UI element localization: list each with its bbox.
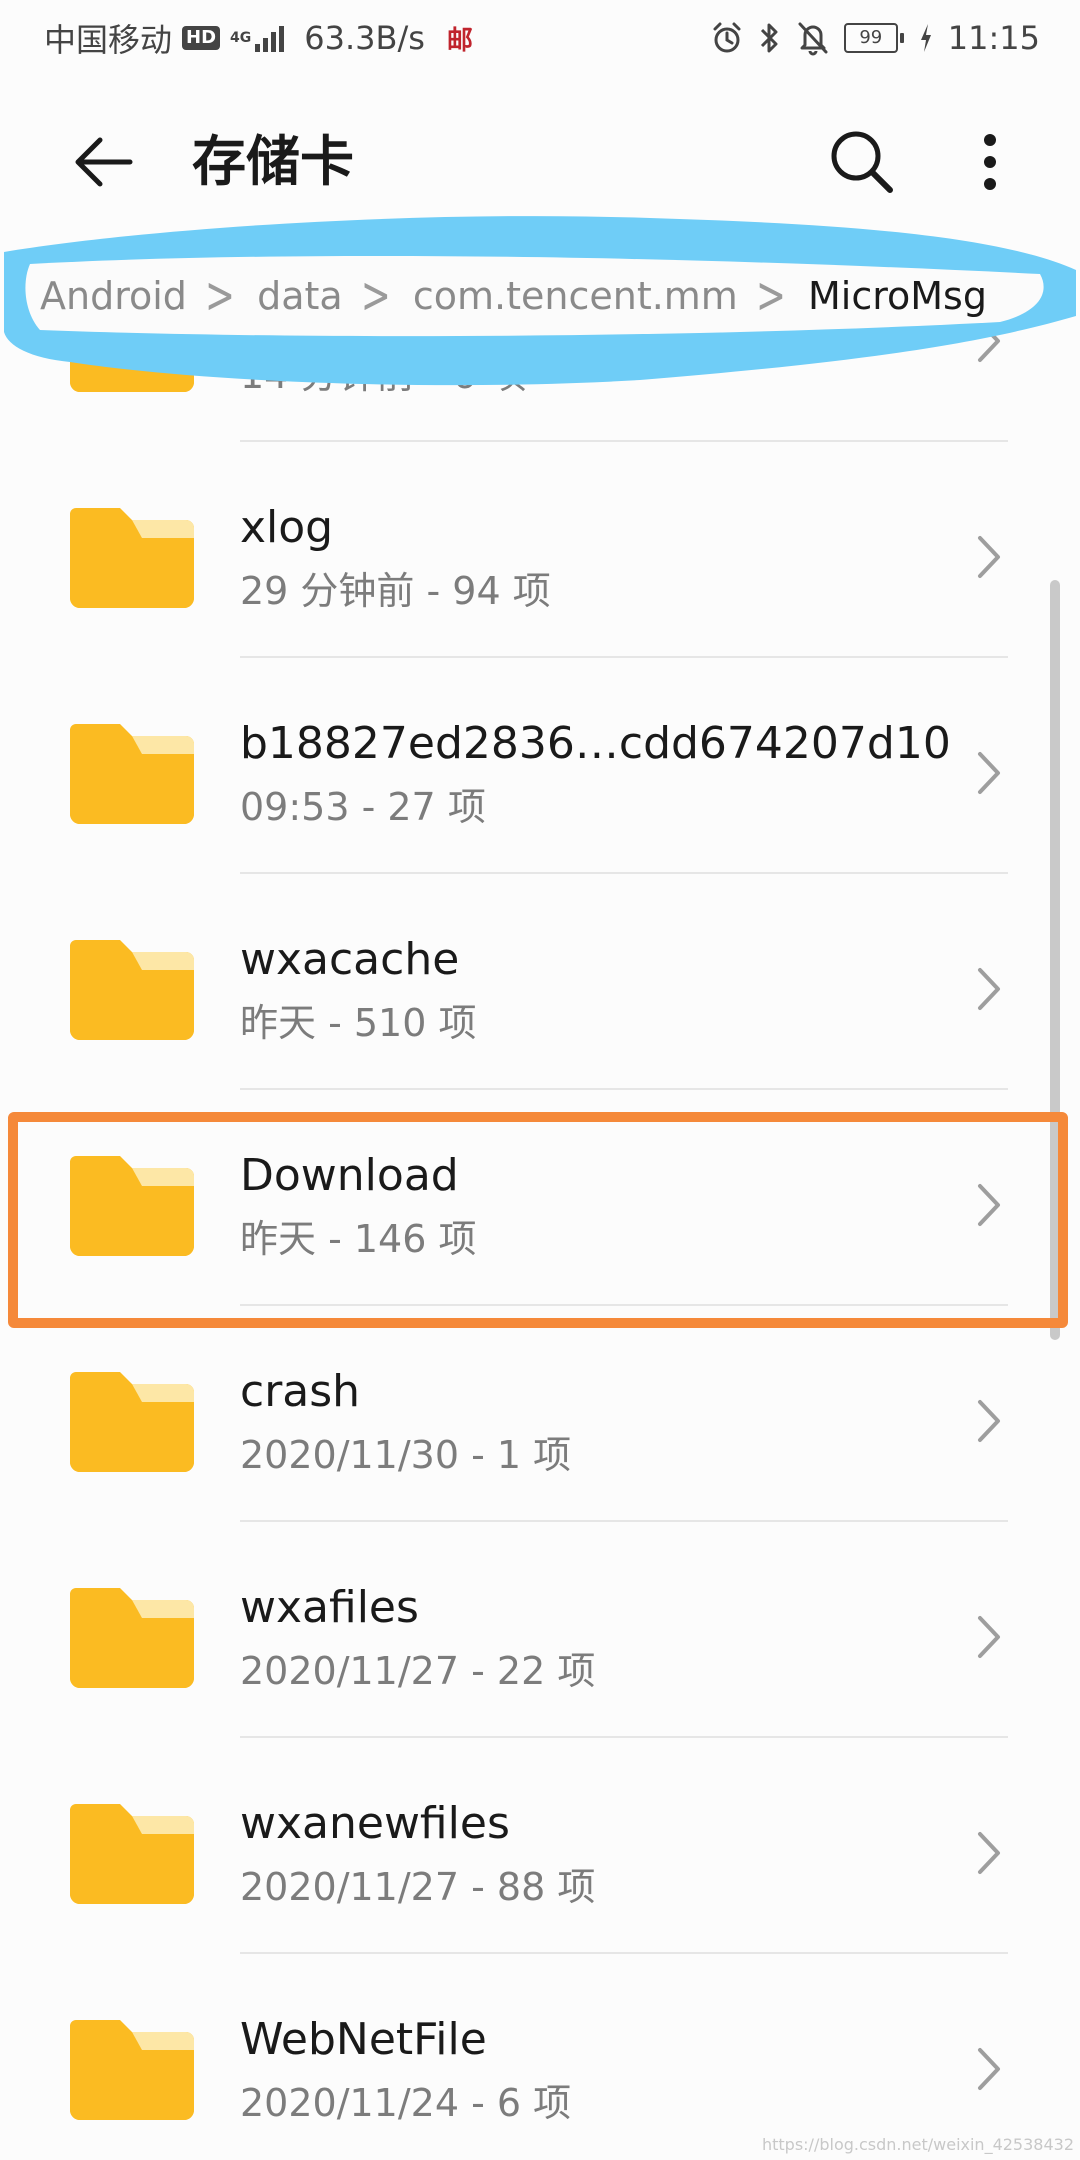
folder-icon [70,940,194,1040]
file-meta: 昨天 - 146 项 [240,1217,477,1261]
row-divider [240,872,1008,874]
chevron-right-icon [978,1832,1000,1874]
file-list-item[interactable]: 14 分钟前 - 6 项 [0,224,1080,440]
file-list: 14 分钟前 - 6 项 xlog 29 分钟前 - 94 项 b18827ed283… [0,0,1080,2160]
file-name: Download [240,1150,459,1201]
file-name: crash [240,1366,361,1417]
row-divider [240,1952,1008,1954]
row-divider [240,440,1008,442]
file-meta: 29 分钟前 - 94 项 [240,569,551,613]
chevron-right-icon: > [755,267,786,325]
breadcrumb-item-com-tencent-mm[interactable]: com.tencent.mm [413,274,738,318]
chevron-right-icon [978,968,1000,1010]
folder-icon [70,1372,194,1472]
row-divider [240,1520,1008,1522]
folder-icon [70,1804,194,1904]
folder-icon [70,724,194,824]
chevron-right-icon [978,1400,1000,1442]
file-meta: 2020/11/27 - 22 项 [240,1649,596,1693]
file-name: wxacache [240,934,460,985]
file-name: WebNetFile [240,2014,487,2065]
chevron-right-icon [978,2048,1000,2090]
folder-icon [70,1588,194,1688]
file-list-item[interactable]: Download 昨天 - 146 项 [0,1088,1080,1304]
file-meta: 2020/11/30 - 1 项 [240,1433,572,1477]
scrollbar[interactable] [1050,580,1060,1340]
chevron-right-icon: > [204,267,236,325]
file-meta: 2020/11/24 - 6 项 [240,2081,572,2125]
folder-icon [70,508,194,608]
chevron-right-icon: > [360,267,391,325]
file-meta: 09:53 - 27 项 [240,785,486,829]
file-list-item[interactable]: wxacache 昨天 - 510 项 [0,872,1080,1088]
file-manager-screen: 中国移动 HD 4G 63.3B/s 邮 99 11:15 存储卡 14 分钟前… [0,0,1080,2160]
file-list-item[interactable]: wxafiles 2020/11/27 - 22 项 [0,1520,1080,1736]
row-divider [240,1088,1008,1090]
chevron-right-icon [978,1616,1000,1658]
breadcrumb: Android > data > com.tencent.mm > MicroM… [40,267,987,325]
file-meta: 昨天 - 510 项 [240,1001,477,1045]
folder-icon [70,1156,194,1256]
file-list-item[interactable]: wxanewfiles 2020/11/27 - 88 项 [0,1736,1080,1952]
file-name: wxanewfiles [240,1798,510,1849]
row-divider [240,656,1008,658]
chevron-right-icon [978,752,1000,794]
file-list-item[interactable]: WebNetFile 2020/11/24 - 6 项 [0,1952,1080,2160]
file-list-item[interactable]: b18827ed2836…cdd674207d10 09:53 - 27 项 [0,656,1080,872]
file-list-item[interactable]: xlog 29 分钟前 - 94 项 [0,440,1080,656]
file-name: wxafiles [240,1582,419,1633]
row-divider [240,1304,1008,1306]
chevron-right-icon [978,1184,1000,1226]
file-meta: 2020/11/27 - 88 项 [240,1865,596,1909]
folder-icon [70,2020,194,2120]
watermark: https://blog.csdn.net/weixin_42538432 [761,2135,1074,2154]
file-name: b18827ed2836…cdd674207d10 [240,718,951,769]
file-list-item[interactable]: crash 2020/11/30 - 1 项 [0,1304,1080,1520]
breadcrumb-item-data[interactable]: data [257,274,343,318]
chevron-right-icon [978,536,1000,578]
breadcrumb-item-android[interactable]: Android [40,274,187,318]
file-meta: 14 分钟前 - 6 项 [240,353,527,397]
breadcrumb-item-micromsg[interactable]: MicroMsg [808,274,987,318]
file-name: xlog [240,502,334,553]
row-divider [240,1736,1008,1738]
